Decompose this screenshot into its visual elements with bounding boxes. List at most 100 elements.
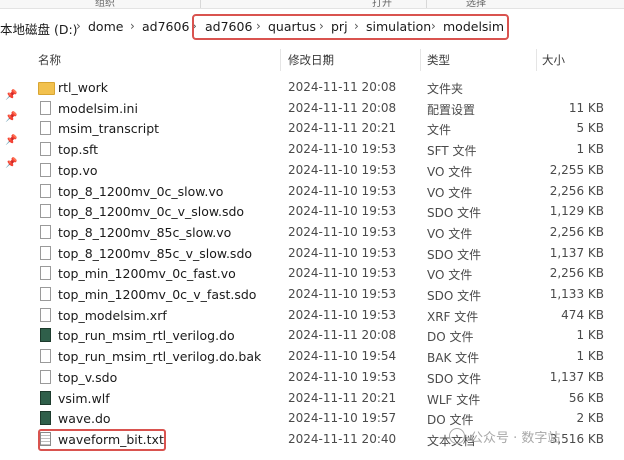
ribbon-group-open[interactable]: 打开 bbox=[372, 0, 392, 9]
file-name: top.vo bbox=[58, 162, 98, 178]
pin-icon[interactable]: 📌 bbox=[5, 112, 17, 123]
file-row[interactable]: top_run_msim_rtl_verilog.do 2024-11-11 20… bbox=[28, 325, 624, 346]
breadcrumb-ad7606-1[interactable]: ad7606 bbox=[142, 19, 189, 34]
column-header-name[interactable]: 名称 bbox=[38, 52, 61, 68]
column-divider[interactable] bbox=[420, 49, 421, 71]
file-name: modelsim.ini bbox=[58, 100, 138, 116]
file-icon bbox=[40, 349, 51, 364]
file-row[interactable]: top_min_1200mv_0c_fast.vo 2024-11-10 19:5… bbox=[28, 263, 624, 284]
file-row[interactable]: top_min_1200mv_0c_v_fast.sdo 2024-11-10 1… bbox=[28, 284, 624, 305]
file-row[interactable]: top_8_1200mv_0c_slow.vo 2024-11-10 19:53 V… bbox=[28, 181, 624, 202]
file-type: DO 文件 bbox=[427, 413, 474, 428]
pin-icon[interactable]: 📌 bbox=[5, 90, 17, 101]
file-date: 2024-11-11 20:08 bbox=[288, 328, 397, 343]
address-bar[interactable]: 本地磁盘 (D:) › dome › ad7606 › ad7606 › qua… bbox=[0, 11, 624, 45]
chevron-right-icon[interactable]: › bbox=[76, 19, 81, 33]
breadcrumb-dome[interactable]: dome bbox=[88, 19, 123, 34]
file-date: 2024-11-11 20:21 bbox=[288, 121, 397, 136]
file-type: VO 文件 bbox=[427, 164, 473, 179]
wechat-logo-icon bbox=[449, 428, 465, 444]
ribbon-separator bbox=[426, 0, 427, 8]
file-size: 5 KB bbox=[576, 121, 604, 136]
file-size: 2,255 KB bbox=[549, 162, 604, 177]
file-type: VO 文件 bbox=[427, 185, 473, 200]
file-type: BAK 文件 bbox=[427, 351, 480, 366]
file-date: 2024-11-11 20:21 bbox=[288, 390, 397, 405]
column-header-type[interactable]: 类型 bbox=[427, 52, 450, 68]
file-name: rtl_work bbox=[58, 80, 109, 95]
file-type: SDO 文件 bbox=[427, 371, 482, 386]
file-size: 2,256 KB bbox=[549, 266, 604, 281]
file-row[interactable]: top.vo 2024-11-10 19:53 VO 文件 2,255 KB bbox=[28, 160, 624, 181]
file-type: SFT 文件 bbox=[427, 144, 477, 159]
file-date: 2024-11-10 19:57 bbox=[288, 411, 397, 426]
file-icon bbox=[40, 142, 51, 157]
file-row[interactable]: top.sft 2024-11-10 19:53 SFT 文件 1 KB bbox=[28, 139, 624, 160]
file-size: 1,133 KB bbox=[549, 287, 604, 301]
file-size: 1,129 KB bbox=[549, 204, 604, 219]
file-type: WLF 文件 bbox=[427, 392, 481, 407]
column-header-size[interactable]: 大小 bbox=[542, 52, 565, 68]
file-date: 2024-11-10 19:53 bbox=[288, 204, 397, 219]
file-date: 2024-11-10 19:53 bbox=[288, 266, 397, 281]
file-name: top_min_1200mv_0c_fast.vo bbox=[58, 266, 236, 282]
file-type: 配置设置 bbox=[427, 102, 476, 117]
file-row[interactable]: top_modelsim.xrf 2024-11-10 19:53 XRF 文件 47… bbox=[28, 305, 624, 326]
file-size: 1,137 KB bbox=[549, 369, 604, 384]
file-date: 2024-11-10 19:53 bbox=[288, 245, 397, 260]
file-size: 1,137 KB bbox=[549, 245, 604, 260]
file-size: 2,256 KB bbox=[549, 224, 604, 239]
breadcrumb-drive[interactable]: 本地磁盘 (D:) bbox=[0, 19, 78, 38]
file-icon bbox=[40, 162, 51, 177]
file-row[interactable]: top_v.sdo 2024-11-10 19:53 SDO 文件 1,137 KB bbox=[28, 367, 624, 388]
pin-icon[interactable]: 📌 bbox=[5, 158, 17, 169]
file-icon bbox=[40, 245, 51, 260]
file-date: 2024-11-11 20:08 bbox=[288, 80, 397, 94]
file-date: 2024-11-10 19:53 bbox=[288, 183, 397, 198]
file-icon bbox=[40, 100, 51, 115]
ribbon-group-organize[interactable]: 组织 bbox=[95, 0, 115, 9]
file-row[interactable]: msim_transcript 2024-11-11 20:21 文件 5 KB bbox=[28, 118, 624, 139]
file-row[interactable]: top_run_msim_rtl_verilog.do.bak 2024-11-1… bbox=[28, 346, 624, 367]
file-type: DO 文件 bbox=[427, 330, 474, 345]
file-date: 2024-11-10 19:53 bbox=[288, 287, 397, 301]
file-name: top_8_1200mv_0c_v_slow.sdo bbox=[58, 204, 245, 220]
file-row[interactable]: top_8_1200mv_0c_v_slow.sdo 2024-11-10 19:… bbox=[28, 201, 624, 222]
chevron-right-icon[interactable]: › bbox=[130, 19, 135, 33]
file-row[interactable]: vsim.wlf 2024-11-11 20:21 WLF 文件 56 KB bbox=[28, 388, 624, 409]
file-name: top_8_1200mv_85c_v_slow.sdo bbox=[58, 245, 253, 261]
file-date: 2024-11-10 19:53 bbox=[288, 142, 397, 157]
file-row[interactable]: rtl_work 2024-11-11 20:08 文件夹 bbox=[28, 77, 624, 98]
ribbon-group-select[interactable]: 选择 bbox=[466, 0, 486, 9]
file-size: 2 KB bbox=[576, 411, 604, 426]
filename-highlight-annotation bbox=[38, 429, 166, 451]
file-icon bbox=[40, 266, 51, 281]
ribbon-separator bbox=[200, 0, 201, 8]
file-size: 2,256 KB bbox=[549, 183, 604, 198]
file-name: top_8_1200mv_0c_slow.vo bbox=[58, 183, 224, 199]
file-date: 2024-11-10 19:53 bbox=[288, 369, 397, 384]
column-divider[interactable] bbox=[280, 49, 281, 71]
file-date: 2024-11-10 19:53 bbox=[288, 162, 397, 177]
file-row[interactable]: modelsim.ini 2024-11-11 20:08 配置设置 11 KB bbox=[28, 98, 624, 119]
script-icon bbox=[40, 328, 51, 343]
column-divider[interactable] bbox=[536, 49, 537, 71]
script-icon bbox=[40, 411, 51, 426]
file-date: 2024-11-11 20:40 bbox=[288, 431, 397, 446]
file-type: SDO 文件 bbox=[427, 289, 482, 303]
file-icon bbox=[40, 121, 51, 136]
file-name: top_run_msim_rtl_verilog.do.bak bbox=[58, 349, 262, 365]
file-type: 文件 bbox=[427, 123, 452, 138]
file-icon bbox=[40, 204, 51, 219]
file-size: 1 KB bbox=[576, 328, 604, 343]
file-name: top_modelsim.xrf bbox=[58, 307, 167, 323]
file-icon bbox=[40, 183, 51, 198]
file-name: wave.do bbox=[58, 411, 111, 427]
file-row[interactable]: top_8_1200mv_85c_slow.vo 2024-11-10 19:53… bbox=[28, 222, 624, 243]
file-icon bbox=[40, 287, 51, 301]
path-highlight-annotation bbox=[192, 14, 509, 40]
file-date: 2024-11-10 19:53 bbox=[288, 224, 397, 239]
pin-icon[interactable]: 📌 bbox=[5, 135, 17, 146]
column-header-date[interactable]: 修改日期 bbox=[288, 52, 334, 68]
file-row[interactable]: top_8_1200mv_85c_v_slow.sdo 2024-11-10 19… bbox=[28, 243, 624, 264]
